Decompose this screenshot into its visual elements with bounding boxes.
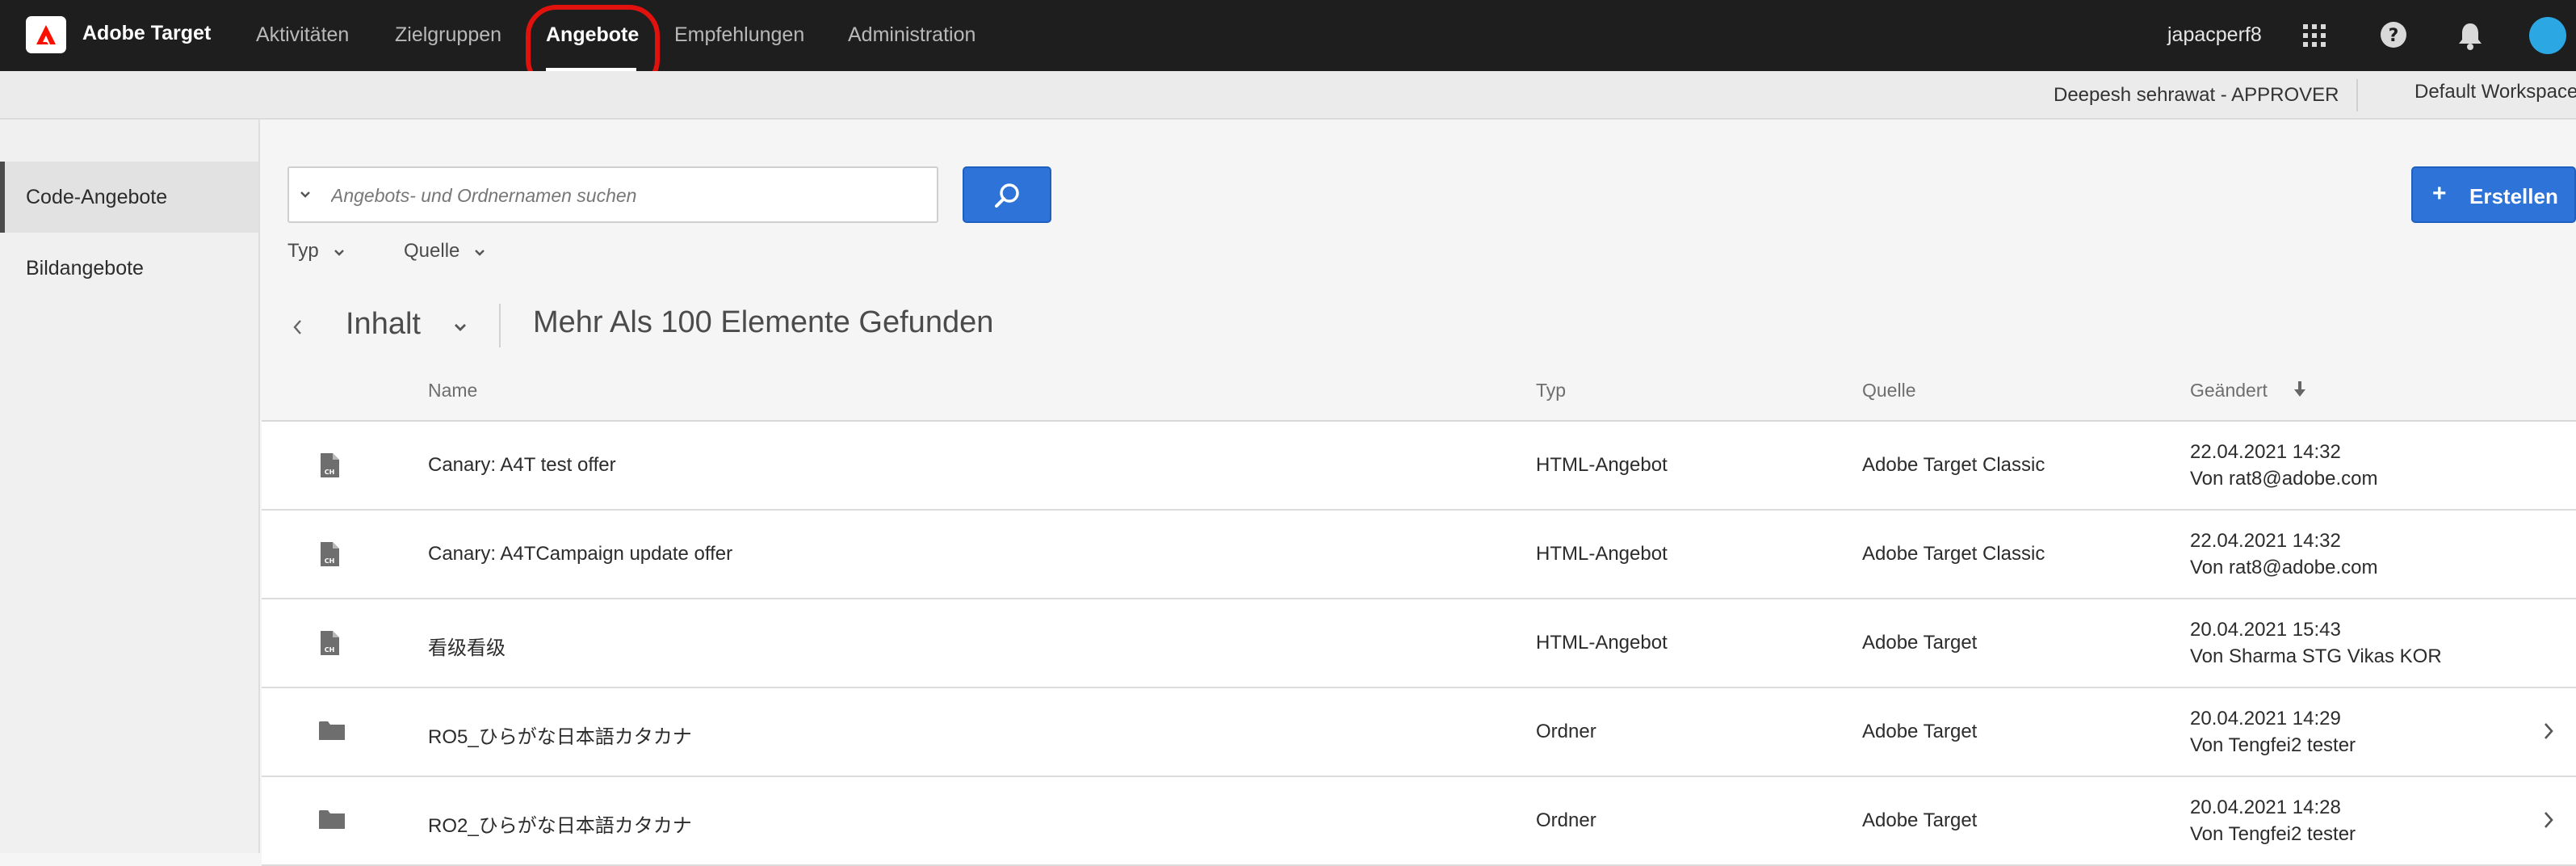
nav-item-empfehlungen[interactable]: Empfehlungen bbox=[674, 23, 804, 47]
offer-type: HTML-Angebot bbox=[1536, 543, 1668, 565]
search-field bbox=[287, 166, 938, 223]
chevron-down-icon[interactable] bbox=[452, 322, 468, 338]
folder-name[interactable]: RO2_ひらがな日本語カタカナ bbox=[428, 809, 692, 838]
search-button[interactable] bbox=[963, 166, 1051, 223]
svg-text:CH: CH bbox=[325, 469, 335, 476]
offer-changed-date: 20.04.2021 14:29 bbox=[2190, 708, 2341, 729]
svg-text:CH: CH bbox=[325, 557, 335, 565]
folder-name[interactable]: RO5_ひらがな日本語カタカナ bbox=[428, 721, 692, 749]
workspace-selector[interactable]: Default Workspace bbox=[2414, 81, 2576, 103]
offer-name[interactable]: Canary: A4T test offer bbox=[428, 454, 616, 477]
chevron-down-icon bbox=[475, 250, 485, 256]
sort-descending-icon[interactable] bbox=[2292, 380, 2308, 403]
column-header-type[interactable]: Typ bbox=[1536, 380, 1566, 401]
table-row[interactable]: CH 看级看级 HTML-Angebot Adobe Target 20.04.… bbox=[262, 599, 2576, 688]
offer-source: Adobe Target Classic bbox=[1862, 543, 2045, 565]
offer-source: Adobe Target bbox=[1862, 632, 1978, 654]
table-row[interactable]: RO5_ひらがな日本語カタカナ Ordner Adobe Target 20.0… bbox=[262, 688, 2576, 777]
offer-changed-date: 22.04.2021 14:32 bbox=[2190, 441, 2341, 463]
offer-changed-by: Von rat8@adobe.com bbox=[2190, 468, 2378, 490]
offer-type: Ordner bbox=[1536, 721, 1596, 742]
column-header-source[interactable]: Quelle bbox=[1862, 380, 1915, 401]
offer-changed-date: 20.04.2021 15:43 bbox=[2190, 619, 2341, 641]
adobe-logo-icon[interactable] bbox=[26, 16, 66, 53]
nav-item-aktivitaeten[interactable]: Aktivitäten bbox=[256, 23, 349, 47]
sidebar-item-code-angebote[interactable]: Code-Angebote bbox=[0, 162, 258, 233]
table-row[interactable]: CH Canary: A4TCampaign update offer HTML… bbox=[262, 511, 2576, 599]
chevron-right-icon[interactable] bbox=[2542, 809, 2555, 834]
sidebar-item-bildangebote[interactable]: Bildangebote bbox=[0, 233, 258, 304]
chevron-right-icon[interactable] bbox=[2542, 721, 2555, 746]
nav-item-administration[interactable]: Administration bbox=[848, 23, 975, 47]
filter-type-label: Typ bbox=[287, 240, 319, 262]
filter-type[interactable]: Typ bbox=[287, 240, 344, 263]
table-row[interactable]: CH Canary: A4T test offer HTML-Angebot A… bbox=[262, 422, 2576, 511]
chevron-down-icon bbox=[334, 250, 344, 256]
content-view-selector[interactable]: Inhalt bbox=[346, 307, 421, 342]
user-org-name[interactable]: japacperf8 bbox=[2167, 23, 2262, 47]
offer-type: HTML-Angebot bbox=[1536, 454, 1668, 476]
offer-changed-by: Von rat8@adobe.com bbox=[2190, 557, 2378, 578]
offer-changed-by: Von Tengfei2 tester bbox=[2190, 734, 2356, 756]
user-role-label: Deepesh sehrawat - APPROVER bbox=[2054, 84, 2339, 106]
filter-source[interactable]: Quelle bbox=[404, 240, 485, 263]
top-navigation-bar: Adobe Target Aktivitäten Zielgruppen Ang… bbox=[0, 0, 2576, 71]
offer-name[interactable]: 看级看级 bbox=[428, 632, 506, 660]
divider bbox=[499, 304, 501, 347]
folder-icon bbox=[318, 808, 346, 834]
code-file-icon: CH bbox=[318, 541, 341, 571]
offer-changed-by: Von Tengfei2 tester bbox=[2190, 823, 2356, 845]
code-file-icon: CH bbox=[318, 452, 341, 482]
offer-type: HTML-Angebot bbox=[1536, 632, 1668, 654]
folder-icon bbox=[318, 719, 346, 746]
offer-changed-date: 22.04.2021 14:32 bbox=[2190, 530, 2341, 552]
results-count: Mehr Als 100 Elemente Gefunden bbox=[533, 305, 994, 339]
help-icon[interactable]: ? bbox=[2380, 21, 2407, 53]
code-file-icon: CH bbox=[318, 630, 341, 660]
offer-source: Adobe Target Classic bbox=[1862, 454, 2045, 476]
offer-type: Ordner bbox=[1536, 809, 1596, 831]
offer-source: Adobe Target bbox=[1862, 721, 1978, 742]
avatar[interactable] bbox=[2529, 17, 2566, 54]
plus-icon: + bbox=[2432, 180, 2447, 207]
notification-bell-icon[interactable] bbox=[2457, 21, 2483, 54]
sidebar: Code-Angebote Bildangebote bbox=[0, 120, 260, 853]
column-header-changed[interactable]: Geändert bbox=[2190, 380, 2268, 401]
filter-source-label: Quelle bbox=[404, 240, 460, 262]
column-header-name[interactable]: Name bbox=[428, 380, 477, 401]
create-button-label: Erstellen bbox=[2469, 184, 2558, 208]
search-input[interactable] bbox=[329, 168, 930, 223]
offer-name[interactable]: Canary: A4TCampaign update offer bbox=[428, 543, 732, 565]
divider bbox=[2356, 79, 2358, 111]
offer-source: Adobe Target bbox=[1862, 809, 1978, 831]
search-scope-dropdown-icon[interactable] bbox=[299, 187, 312, 204]
offer-changed-date: 20.04.2021 14:28 bbox=[2190, 797, 2341, 818]
back-chevron-icon[interactable] bbox=[291, 317, 304, 341]
offer-changed-by: Von Sharma STG Vikas KOR bbox=[2190, 645, 2442, 667]
create-button[interactable]: + Erstellen bbox=[2411, 166, 2576, 223]
svg-text:?: ? bbox=[2389, 26, 2399, 46]
nav-item-zielgruppen[interactable]: Zielgruppen bbox=[395, 23, 501, 47]
workspace-bar: Deepesh sehrawat - APPROVER Default Work… bbox=[0, 71, 2576, 120]
apps-grid-icon[interactable] bbox=[2301, 23, 2327, 53]
search-icon bbox=[995, 183, 1019, 208]
svg-text:CH: CH bbox=[325, 646, 335, 654]
app-title[interactable]: Adobe Target bbox=[82, 22, 211, 45]
